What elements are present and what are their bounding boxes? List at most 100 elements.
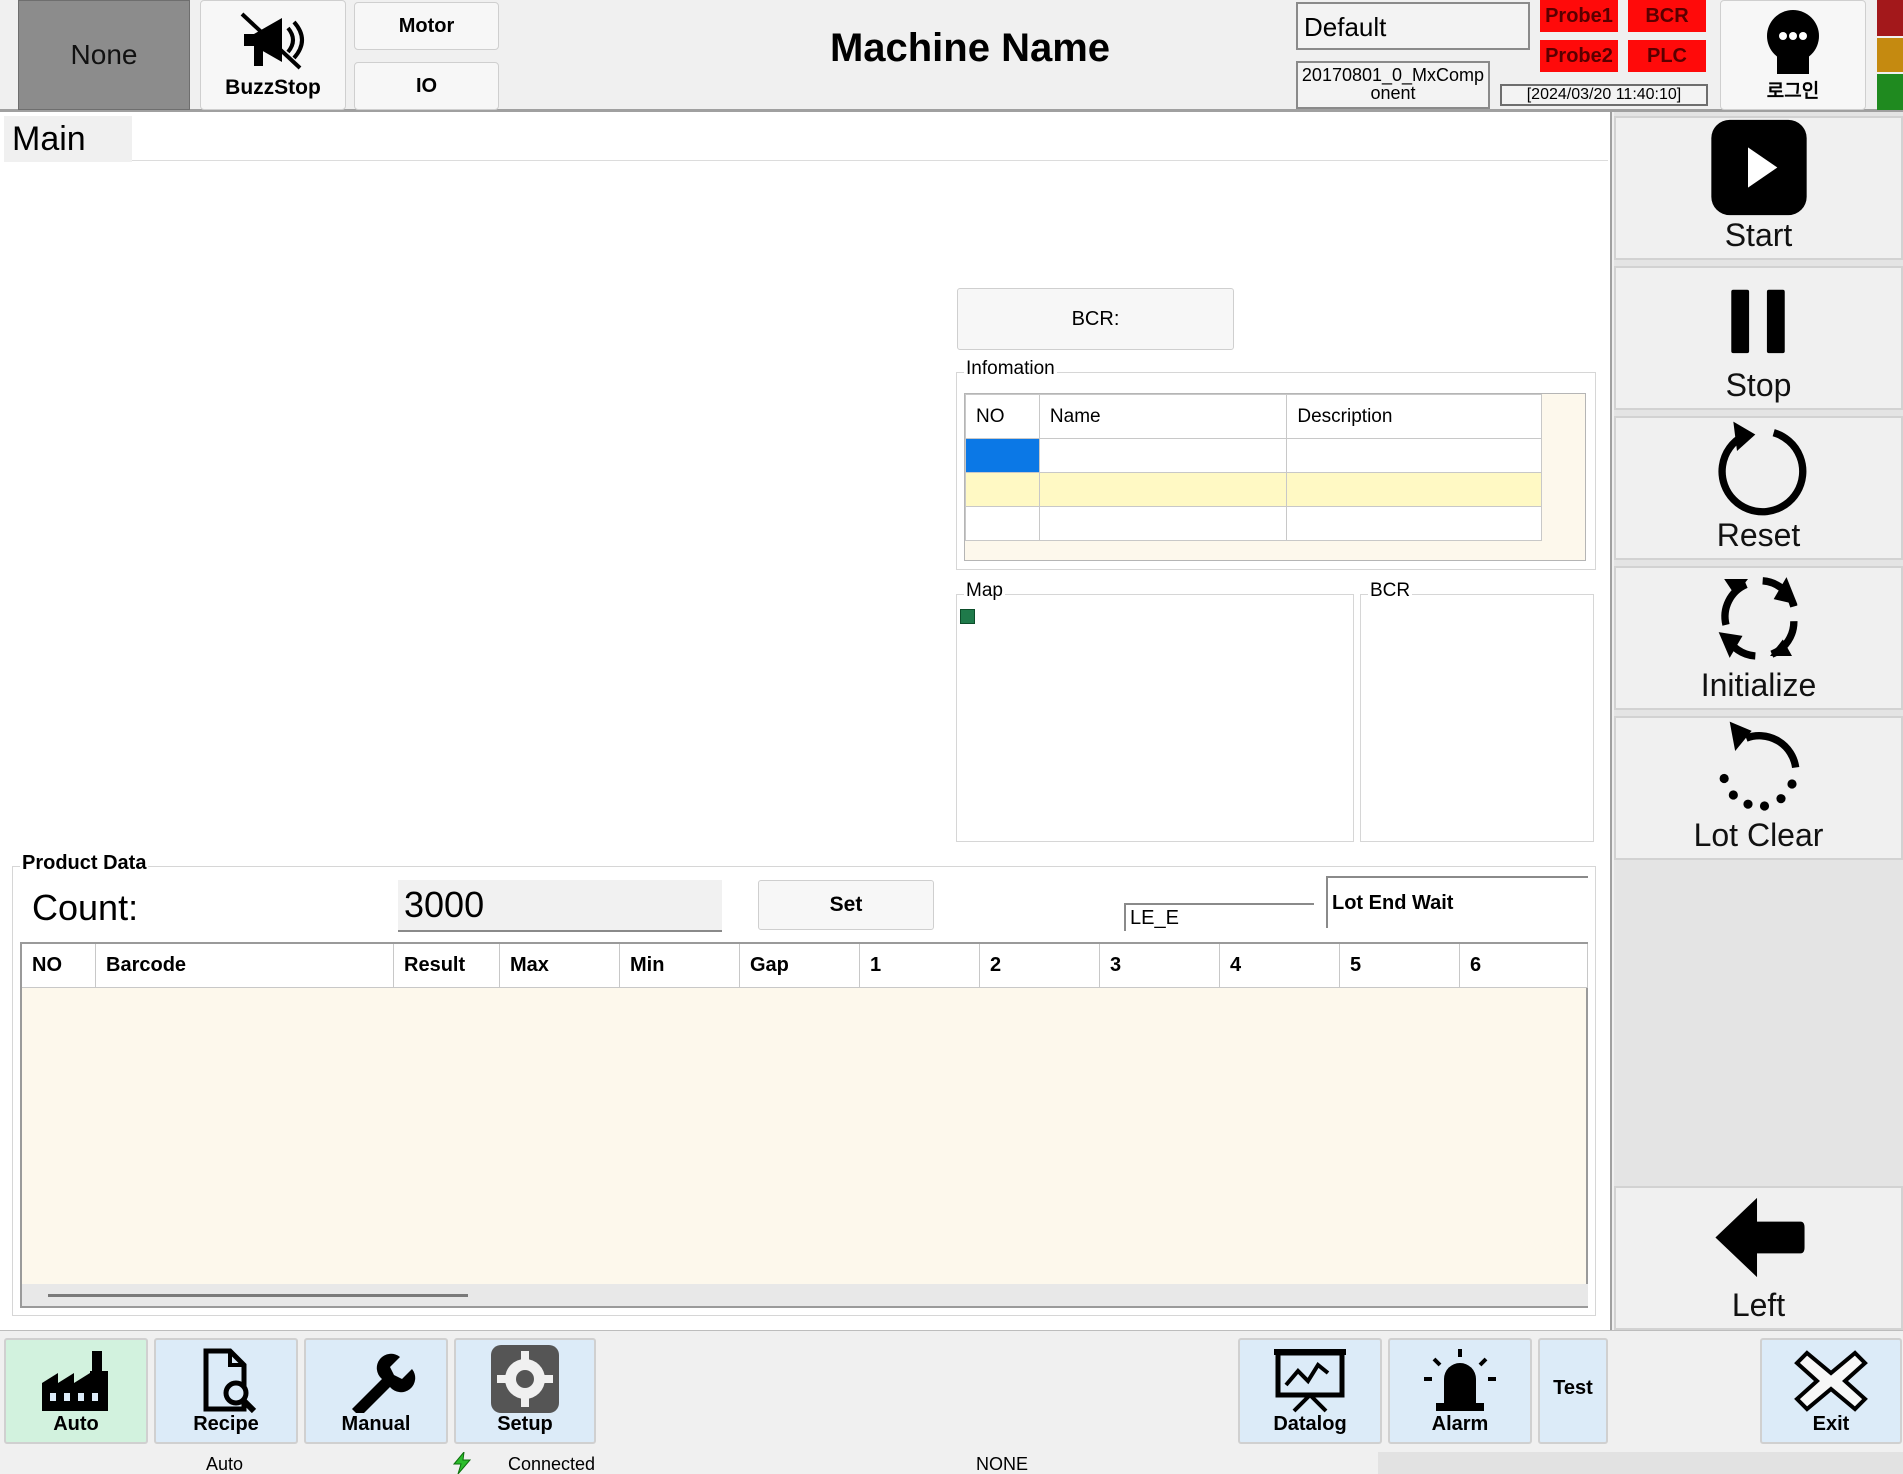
initialize-button[interactable]: Initialize xyxy=(1614,566,1903,710)
datetime-display: [2024/03/20 11:40:10] xyxy=(1500,84,1708,106)
lot-clear-button[interactable]: Lot Clear xyxy=(1614,716,1903,860)
column-header-barcode: Barcode xyxy=(96,944,394,987)
map-legend: Map xyxy=(964,580,1005,602)
nav-recipe-label: Recipe xyxy=(193,1413,259,1435)
set-button[interactable]: Set xyxy=(758,880,934,930)
tab-main[interactable]: Main xyxy=(4,116,132,162)
column-header-2: 2 xyxy=(980,944,1100,987)
close-icon xyxy=(1794,1350,1868,1412)
nav-datalog-button[interactable]: Datalog xyxy=(1238,1338,1382,1444)
login-button[interactable]: 로그인 xyxy=(1720,0,1866,110)
table-cell[interactable] xyxy=(1286,438,1542,473)
nav-manual-button[interactable]: Manual xyxy=(304,1338,448,1444)
table-cell[interactable] xyxy=(965,506,1040,541)
start-button[interactable]: Start xyxy=(1614,116,1903,260)
mode-label: None xyxy=(70,39,138,70)
table-cell[interactable] xyxy=(1038,472,1288,507)
product-data-grid: NO Barcode Result Max Min Gap 1 2 3 4 5 … xyxy=(20,942,1588,1308)
start-label: Start xyxy=(1724,217,1793,253)
status-connection: Connected xyxy=(508,1454,596,1474)
table-cell[interactable] xyxy=(1038,438,1288,473)
machine-name: Machine Name xyxy=(829,26,1111,70)
column-header-no: NO xyxy=(965,394,1040,439)
buzz-stop-button[interactable]: BuzzStop xyxy=(200,0,346,110)
lot-field: LE_E xyxy=(1124,903,1314,931)
count-label: Count: xyxy=(32,887,139,928)
stop-label: Stop xyxy=(1725,367,1792,403)
column-header-6: 6 xyxy=(1460,944,1588,987)
column-header-min: Min xyxy=(620,944,740,987)
table-row[interactable] xyxy=(965,438,1542,473)
nav-setup-button[interactable]: Setup xyxy=(454,1338,596,1444)
table-row[interactable] xyxy=(965,472,1542,507)
table-cell[interactable] xyxy=(1286,472,1542,507)
table-cell[interactable] xyxy=(965,472,1040,507)
column-header-4: 4 xyxy=(1220,944,1340,987)
bcr-group xyxy=(1360,594,1594,842)
product-data-legend: Product Data xyxy=(20,852,149,875)
reset-button[interactable]: Reset xyxy=(1614,416,1903,560)
refresh-icon xyxy=(1718,577,1798,660)
information-table: NO Name Description xyxy=(965,394,1542,541)
nav-alarm-button[interactable]: Alarm xyxy=(1388,1338,1532,1444)
factory-icon xyxy=(42,1351,108,1411)
table-cell[interactable] xyxy=(1286,506,1542,541)
lot-status: Lot End Wait xyxy=(1326,876,1588,928)
stop-button[interactable]: Stop xyxy=(1614,266,1903,410)
product-data-header: NO Barcode Result Max Min Gap 1 2 3 4 5 … xyxy=(22,944,1588,988)
megaphone-icon xyxy=(240,12,304,70)
user-chat-icon xyxy=(1767,9,1819,74)
table-cell[interactable] xyxy=(1038,506,1288,541)
motor-label: Motor xyxy=(398,14,455,37)
map-cell[interactable] xyxy=(960,609,975,624)
nav-test-button[interactable]: Test xyxy=(1538,1338,1608,1444)
motor-button[interactable]: Motor xyxy=(354,2,499,50)
map-group xyxy=(956,594,1354,842)
scrollbar-thumb[interactable] xyxy=(48,1294,468,1297)
column-header-max: Max xyxy=(500,944,620,987)
column-header-result: Result xyxy=(394,944,500,987)
wrench-icon xyxy=(352,1353,416,1413)
nav-auto-label: Auto xyxy=(53,1413,99,1435)
arrow-left-icon xyxy=(1714,1197,1805,1278)
column-header-no: NO xyxy=(22,944,96,987)
login-label: 로그인 xyxy=(1766,80,1820,102)
mode-indicator: None xyxy=(18,0,190,110)
bcr-legend: BCR xyxy=(1368,580,1413,602)
chart-board-icon xyxy=(1274,1349,1346,1413)
nav-exit-button[interactable]: Exit xyxy=(1760,1338,1902,1444)
horizontal-scrollbar[interactable] xyxy=(22,1284,1588,1306)
nav-recipe-button[interactable]: Recipe xyxy=(154,1338,298,1444)
io-button[interactable]: IO xyxy=(354,62,499,110)
bcr-button[interactable]: BCR: xyxy=(957,288,1234,350)
column-header-5: 5 xyxy=(1340,944,1460,987)
nav-auto-button[interactable]: Auto xyxy=(4,1338,148,1444)
nav-test-label: Test xyxy=(1553,1376,1593,1399)
status-bar: Auto Connected NONE xyxy=(0,1452,1903,1474)
nav-setup-label: Setup xyxy=(497,1413,553,1435)
pause-icon xyxy=(1730,289,1785,354)
plc-status: PLC xyxy=(1628,40,1706,72)
lightning-icon xyxy=(452,1452,472,1474)
tower-lamp-green xyxy=(1877,74,1903,110)
io-label: IO xyxy=(415,74,438,97)
status-mode: Auto xyxy=(206,1454,244,1474)
siren-icon xyxy=(1424,1349,1496,1411)
left-button[interactable]: Left xyxy=(1614,1186,1903,1330)
nav-datalog-label: Datalog xyxy=(1273,1413,1347,1435)
column-header-3: 3 xyxy=(1100,944,1220,987)
nav-exit-label: Exit xyxy=(1812,1413,1850,1435)
lot-clear-icon xyxy=(1719,721,1799,811)
tower-lamp-red xyxy=(1877,0,1903,36)
information-grid: NO Name Description xyxy=(964,393,1586,561)
table-row[interactable] xyxy=(965,506,1542,541)
set-button-label: Set xyxy=(829,893,863,916)
tower-lamp-yellow xyxy=(1877,38,1903,72)
table-cell[interactable] xyxy=(965,438,1040,473)
document-search-icon xyxy=(203,1348,257,1413)
column-header-1: 1 xyxy=(860,944,980,987)
count-input[interactable]: 3000 xyxy=(398,880,722,932)
probe2-status: Probe2 xyxy=(1540,40,1618,72)
column-header-description: Description xyxy=(1286,394,1542,439)
tab-divider xyxy=(132,160,1608,161)
